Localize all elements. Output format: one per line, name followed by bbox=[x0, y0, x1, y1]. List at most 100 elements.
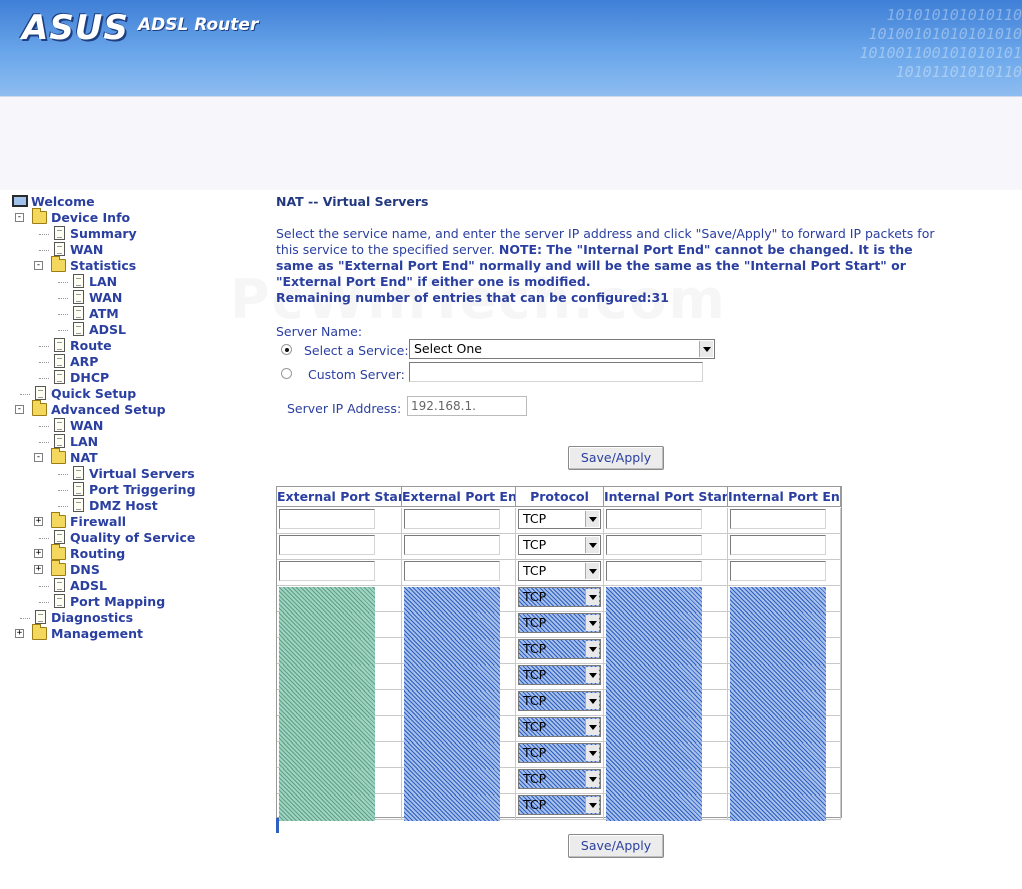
port-input[interactable] bbox=[606, 717, 702, 743]
nav-item-nat[interactable]: - NAT bbox=[10, 448, 250, 466]
protocol-select[interactable]: TCP bbox=[518, 795, 601, 815]
nav-item-wan[interactable]: WAN bbox=[10, 418, 250, 434]
port-input[interactable] bbox=[606, 639, 702, 665]
port-input[interactable] bbox=[404, 587, 500, 613]
nav-item-firewall[interactable]: + Firewall bbox=[10, 512, 250, 530]
nav-item-summary[interactable]: Summary bbox=[10, 226, 250, 242]
nav-item-quality-of-service[interactable]: Quality of Service bbox=[10, 530, 250, 546]
port-input[interactable] bbox=[279, 691, 375, 717]
port-input[interactable] bbox=[606, 743, 702, 769]
collapse-icon[interactable]: - bbox=[15, 213, 24, 222]
port-input[interactable] bbox=[404, 795, 500, 821]
nav-item-adsl[interactable]: ADSL bbox=[10, 322, 250, 338]
protocol-select[interactable]: TCP bbox=[518, 561, 601, 581]
nav-item-welcome[interactable]: Welcome bbox=[10, 194, 250, 210]
port-input[interactable] bbox=[606, 613, 702, 639]
port-input[interactable] bbox=[606, 665, 702, 691]
custom-server-radio[interactable] bbox=[281, 368, 292, 379]
port-input[interactable] bbox=[606, 509, 702, 529]
port-input[interactable] bbox=[404, 535, 500, 555]
expand-icon[interactable]: + bbox=[34, 565, 43, 574]
nav-item-adsl[interactable]: ADSL bbox=[10, 578, 250, 594]
port-input[interactable] bbox=[606, 691, 702, 717]
collapse-icon[interactable]: - bbox=[15, 405, 24, 414]
expand-icon[interactable]: + bbox=[34, 549, 43, 558]
port-input[interactable] bbox=[404, 691, 500, 717]
collapse-icon[interactable]: - bbox=[34, 453, 43, 462]
save-apply-button-top[interactable]: Save/Apply bbox=[568, 446, 664, 470]
server-ip-input[interactable]: 192.168.1. bbox=[407, 396, 527, 416]
port-input[interactable] bbox=[279, 561, 375, 581]
port-input[interactable] bbox=[404, 639, 500, 665]
port-input[interactable] bbox=[730, 691, 826, 717]
nav-item-port-mapping[interactable]: Port Mapping bbox=[10, 594, 250, 610]
port-input[interactable] bbox=[404, 613, 500, 639]
collapse-icon[interactable]: - bbox=[34, 261, 43, 270]
nav-item-atm[interactable]: ATM bbox=[10, 306, 250, 322]
save-apply-button-bottom[interactable]: Save/Apply bbox=[568, 834, 664, 858]
port-input[interactable] bbox=[730, 795, 826, 821]
port-input[interactable] bbox=[730, 509, 826, 529]
protocol-select[interactable]: TCP bbox=[518, 509, 601, 529]
nav-item-routing[interactable]: + Routing bbox=[10, 544, 250, 562]
nav-item-quick-setup[interactable]: Quick Setup bbox=[10, 386, 250, 402]
expand-icon[interactable]: + bbox=[34, 517, 43, 526]
protocol-select[interactable]: TCP bbox=[518, 743, 601, 763]
port-input[interactable] bbox=[279, 769, 375, 795]
port-input[interactable] bbox=[279, 795, 375, 821]
custom-server-input[interactable] bbox=[409, 362, 703, 382]
port-input[interactable] bbox=[606, 769, 702, 795]
port-input[interactable] bbox=[606, 535, 702, 555]
protocol-select[interactable]: TCP bbox=[518, 769, 601, 789]
nav-item-diagnostics[interactable]: Diagnostics bbox=[10, 610, 250, 626]
protocol-select[interactable]: TCP bbox=[518, 639, 601, 659]
nav-item-wan[interactable]: WAN bbox=[10, 290, 250, 306]
protocol-select[interactable]: TCP bbox=[518, 613, 601, 633]
port-input[interactable] bbox=[404, 769, 500, 795]
port-input[interactable] bbox=[279, 665, 375, 691]
nav-item-advanced-setup[interactable]: - Advanced Setup bbox=[10, 400, 250, 418]
nav-item-dns[interactable]: + DNS bbox=[10, 560, 250, 578]
nav-item-arp[interactable]: ARP bbox=[10, 354, 250, 370]
nav-item-dmz-host[interactable]: DMZ Host bbox=[10, 498, 250, 514]
nav-item-wan[interactable]: WAN bbox=[10, 242, 250, 258]
port-input[interactable] bbox=[730, 717, 826, 743]
expand-icon[interactable]: + bbox=[15, 629, 24, 638]
port-input[interactable] bbox=[730, 613, 826, 639]
port-input[interactable] bbox=[279, 613, 375, 639]
port-input[interactable] bbox=[404, 561, 500, 581]
port-input[interactable] bbox=[730, 639, 826, 665]
port-input[interactable] bbox=[606, 561, 702, 581]
port-input[interactable] bbox=[730, 587, 826, 613]
nav-item-dhcp[interactable]: DHCP bbox=[10, 370, 250, 386]
port-input[interactable] bbox=[279, 535, 375, 555]
port-input[interactable] bbox=[279, 743, 375, 769]
port-input[interactable] bbox=[730, 561, 826, 581]
nav-item-lan[interactable]: LAN bbox=[10, 274, 250, 290]
protocol-select[interactable]: TCP bbox=[518, 587, 601, 607]
protocol-select[interactable]: TCP bbox=[518, 717, 601, 737]
port-input[interactable] bbox=[279, 717, 375, 743]
nav-item-virtual-servers[interactable]: Virtual Servers bbox=[10, 466, 250, 482]
select-service-radio[interactable] bbox=[281, 344, 292, 355]
nav-item-lan[interactable]: LAN bbox=[10, 434, 250, 450]
port-input[interactable] bbox=[730, 665, 826, 691]
port-input[interactable] bbox=[730, 535, 826, 555]
protocol-select[interactable]: TCP bbox=[518, 535, 601, 555]
nav-item-device-info[interactable]: - Device Info bbox=[10, 208, 250, 226]
port-input[interactable] bbox=[606, 587, 702, 613]
nav-item-route[interactable]: Route bbox=[10, 338, 250, 354]
port-input[interactable] bbox=[606, 795, 702, 821]
nav-item-management[interactable]: + Management bbox=[10, 624, 250, 642]
protocol-select[interactable]: TCP bbox=[518, 691, 601, 711]
protocol-select[interactable]: TCP bbox=[518, 665, 601, 685]
port-input[interactable] bbox=[404, 665, 500, 691]
port-input[interactable] bbox=[279, 509, 375, 529]
service-select[interactable]: Select One bbox=[409, 339, 715, 359]
port-input[interactable] bbox=[730, 769, 826, 795]
nav-item-statistics[interactable]: - Statistics bbox=[10, 256, 250, 274]
port-input[interactable] bbox=[279, 587, 375, 613]
port-input[interactable] bbox=[404, 743, 500, 769]
port-input[interactable] bbox=[730, 743, 826, 769]
port-input[interactable] bbox=[279, 639, 375, 665]
